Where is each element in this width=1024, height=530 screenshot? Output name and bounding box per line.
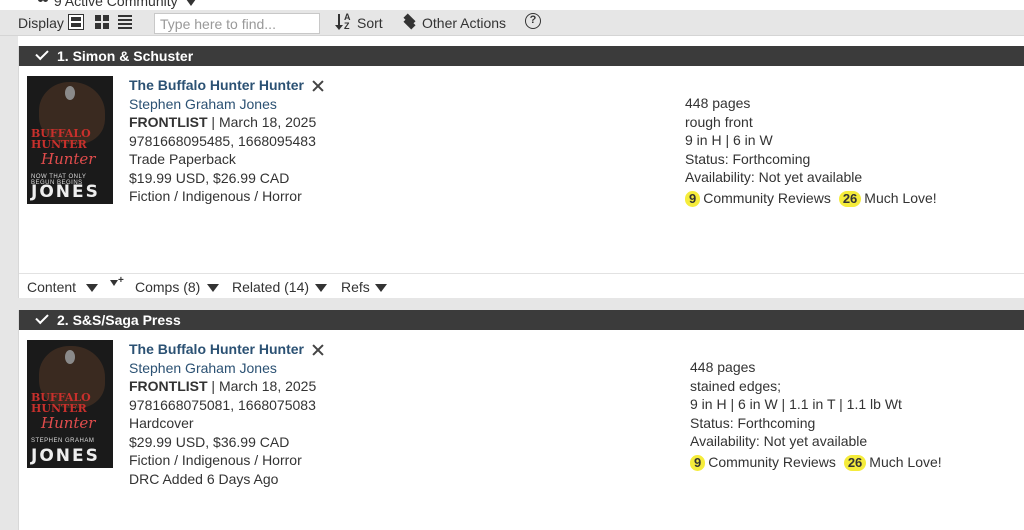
card-header: 2. S&S/Saga Press (19, 310, 1024, 330)
community-reviews-link[interactable]: Community Reviews (703, 190, 831, 206)
title-card: 1. Simon & Schuster BUFFALO HUNTER Hunte… (18, 46, 1024, 298)
spec-pages: 448 pages (690, 359, 756, 375)
title-details: The Buffalo Hunter Hunter Stephen Graham… (129, 340, 549, 488)
search-input[interactable] (154, 13, 320, 34)
left-gutter (0, 36, 18, 530)
book-title-link[interactable]: The Buffalo Hunter Hunter (129, 341, 304, 357)
price: $29.99 USD, $36.99 CAD (129, 433, 290, 450)
cover-script-text: Hunter (41, 414, 96, 432)
author-link[interactable]: Stephen Graham Jones (129, 95, 549, 114)
compact-view-icon[interactable] (117, 14, 133, 30)
toolbar: Display AZ Sort Other Actions ? (0, 10, 1024, 36)
add-tag-icon[interactable]: + (110, 276, 124, 289)
isbns: 9781668075081, 1668075083 (129, 396, 316, 413)
spec-status: Status: Forthcoming (690, 414, 816, 431)
review-count-badge[interactable]: 9 (690, 454, 706, 471)
sort-icon[interactable]: AZ (335, 13, 354, 31)
spec-dimensions: 9 in H | 6 in W | 1.1 in T | 1.1 lb Wt (690, 396, 902, 412)
community-reviews-link[interactable]: Community Reviews (708, 454, 836, 470)
sort-button[interactable]: Sort (357, 14, 383, 32)
list-view-icon[interactable] (68, 14, 84, 30)
card-footer-tabs: Content + Comps (8) Related (14) Refs (19, 273, 1024, 298)
checkmark-icon[interactable] (35, 310, 49, 325)
spec-edge: stained edges; (690, 377, 782, 394)
related-caret-icon[interactable] (315, 284, 327, 292)
spec-pages: 448 pages (685, 95, 751, 111)
display-label: Display (18, 15, 64, 31)
author-link[interactable]: Stephen Graham Jones (129, 359, 549, 378)
love-count-badge[interactable]: 26 (838, 190, 862, 207)
book-cover[interactable]: BUFFALO HUNTER Hunter STEPHEN GRAHAM JON… (27, 340, 113, 468)
comps-tab[interactable]: Comps (8) (135, 278, 200, 296)
isbns: 9781668095485, 1668095483 (129, 132, 316, 149)
cover-title-text: BUFFALO HUNTER (31, 127, 91, 151)
title-specs: 448 pages rough front 9 in H | 6 in W St… (685, 94, 1005, 207)
refs-tab[interactable]: Refs (341, 278, 370, 296)
spec-availability: Availability: Not yet available (685, 169, 863, 185)
refs-caret-icon[interactable] (375, 284, 387, 292)
active-community-dropdown[interactable]: 9 Active Community (0, 0, 1024, 10)
price: $19.99 USD, $26.99 CAD (129, 169, 290, 186)
format: Trade Paperback (129, 151, 236, 167)
title-card: 2. S&S/Saga Press BUFFALO HUNTER Hunter … (18, 310, 1024, 530)
content-tab[interactable]: Content (27, 278, 76, 296)
content-caret-icon[interactable] (86, 284, 98, 292)
review-count-badge[interactable]: 9 (685, 190, 701, 207)
category: Fiction / Indigenous / Horror (129, 452, 302, 468)
review-stats: 9 Community Reviews 26 Much Love! (690, 453, 1010, 472)
related-tab[interactable]: Related (14) (232, 278, 309, 296)
checkmark-icon[interactable] (35, 46, 49, 61)
comps-caret-icon[interactable] (207, 284, 219, 292)
people-icon (36, 0, 50, 7)
other-actions-button[interactable]: Other Actions (422, 14, 506, 32)
spec-dimensions: 9 in H | 6 in W (685, 132, 773, 148)
spec-edge: rough front (685, 113, 753, 130)
drc-note: DRC Added 6 Days Ago (129, 470, 279, 487)
active-community-label: 9 Active Community (53, 0, 178, 9)
much-love-link[interactable]: Much Love! (864, 190, 936, 206)
grid-view-icon[interactable] (94, 14, 110, 30)
pub-date: | March 18, 2025 (207, 378, 317, 394)
expand-icon[interactable] (312, 80, 324, 92)
much-love-link[interactable]: Much Love! (869, 454, 941, 470)
love-count-badge[interactable]: 26 (843, 454, 867, 471)
format: Hardcover (129, 415, 194, 431)
list-label: FRONTLIST (129, 114, 208, 130)
pub-date: | March 18, 2025 (207, 114, 317, 130)
help-icon[interactable]: ? (525, 13, 541, 29)
book-cover[interactable]: BUFFALO HUNTER Hunter NOW THAT ONLY BEGU… (27, 76, 113, 204)
review-stats: 9 Community Reviews 26 Much Love! (685, 189, 1005, 208)
publisher-heading: 1. Simon & Schuster (57, 48, 194, 64)
cover-author-text: JONES (31, 182, 100, 202)
spec-status: Status: Forthcoming (685, 150, 811, 167)
publisher-heading: 2. S&S/Saga Press (57, 312, 181, 328)
cover-author-text: JONES (31, 446, 100, 466)
title-details: The Buffalo Hunter Hunter Stephen Graham… (129, 76, 549, 206)
cover-script-text: Hunter (41, 150, 96, 168)
cover-title-text: BUFFALO HUNTER (31, 391, 91, 415)
layers-icon[interactable] (402, 13, 418, 30)
book-title-link[interactable]: The Buffalo Hunter Hunter (129, 77, 304, 93)
cover-tagline: STEPHEN GRAHAM (31, 438, 95, 444)
category: Fiction / Indigenous / Horror (129, 188, 302, 204)
list-label: FRONTLIST (129, 378, 208, 394)
title-specs: 448 pages stained edges; 9 in H | 6 in W… (690, 358, 1010, 471)
card-header: 1. Simon & Schuster (19, 46, 1024, 66)
spec-availability: Availability: Not yet available (690, 433, 868, 449)
chevron-down-icon (185, 0, 196, 6)
expand-icon[interactable] (312, 344, 324, 356)
